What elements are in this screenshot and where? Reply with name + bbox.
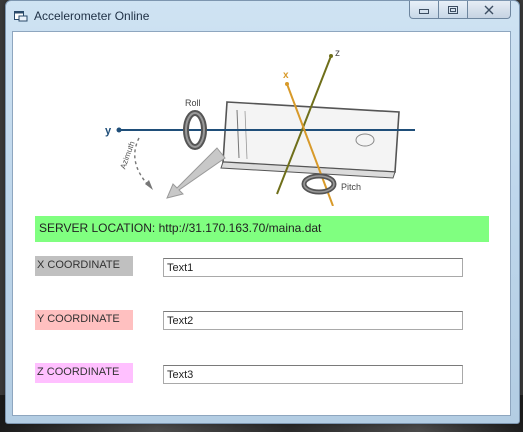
- server-location-label: SERVER LOCATION: http://31.170.163.70/ma…: [39, 221, 322, 235]
- maximize-icon: [448, 5, 458, 14]
- z-coordinate-field[interactable]: [163, 365, 463, 384]
- direction-arrow: [166, 147, 226, 199]
- maximize-button[interactable]: [438, 1, 468, 19]
- app-window: Accelerometer Online y z x Roll Pitch Az…: [5, 0, 520, 424]
- x-axis-label: x: [283, 70, 289, 81]
- roll-label: Roll: [185, 98, 201, 108]
- server-location-bar: SERVER LOCATION: http://31.170.163.70/ma…: [35, 216, 489, 242]
- form-client-area: y z x Roll Pitch Azimuth SERVER LOCATION…: [12, 31, 511, 416]
- x-coordinate-field[interactable]: [163, 258, 463, 277]
- app-icon: [14, 11, 28, 22]
- caption-buttons: [409, 1, 511, 21]
- z-axis-label: z: [335, 48, 340, 59]
- close-button[interactable]: [467, 1, 511, 19]
- title-bar[interactable]: Accelerometer Online: [6, 1, 519, 31]
- minimize-button[interactable]: [409, 1, 439, 19]
- z-coordinate-label: Z COORDINATE: [35, 363, 133, 383]
- close-icon: [484, 5, 494, 14]
- pitch-label: Pitch: [341, 182, 361, 192]
- azimuth-label: Azimuth: [118, 140, 136, 170]
- azimuth-rotation: Azimuth: [118, 137, 153, 190]
- window-title: Accelerometer Online: [34, 9, 150, 23]
- x-coordinate-label: X COORDINATE: [35, 256, 133, 276]
- minimize-icon: [419, 8, 429, 14]
- pitch-rotation: Pitch: [301, 173, 361, 195]
- y-coordinate-label: Y COORDINATE: [35, 310, 133, 330]
- phone-illustration: [220, 101, 400, 179]
- accelerometer-diagram: y z x Roll Pitch Azimuth: [105, 48, 415, 206]
- roll-rotation: Roll: [183, 98, 207, 150]
- y-axis-label: y: [105, 125, 112, 137]
- y-coordinate-field[interactable]: [163, 311, 463, 330]
